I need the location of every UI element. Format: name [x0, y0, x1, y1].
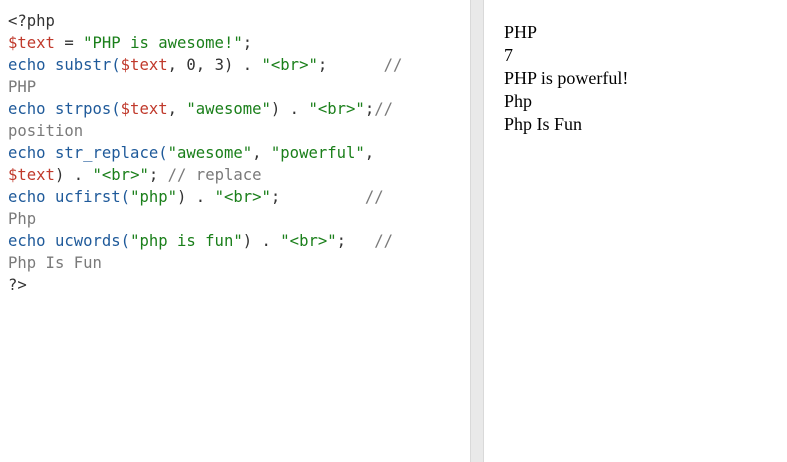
output-line: PHP [504, 22, 538, 42]
code-token: , [364, 144, 375, 162]
code-token: "<br>" [92, 166, 149, 184]
code-token: echo [8, 100, 46, 118]
result-output: PHP 7 PHP is powerful! Php Php Is Fun [504, 21, 628, 136]
code-line: ?> [8, 274, 402, 296]
code-token: "<br>" [214, 188, 271, 206]
code-token: echo [8, 232, 46, 250]
code-token: echo [8, 56, 46, 74]
output-line: Php Is Fun [504, 114, 583, 134]
code-token: ?> [8, 276, 27, 294]
code-token: "awesome" [167, 144, 253, 162]
code-token: PHP [8, 78, 37, 96]
code-line: position [8, 120, 402, 142]
code-token: // [364, 188, 384, 206]
code-token: "awesome" [186, 100, 271, 118]
code-token: ) . [177, 188, 215, 206]
code-token: "powerful" [270, 144, 365, 162]
output-line: PHP is powerful! [504, 68, 629, 88]
code-line: <?php [8, 10, 402, 32]
code-line: $text) . "<br>"; // replace [8, 164, 402, 186]
code-token: <?php [8, 12, 55, 30]
code-token: ucwords( [54, 232, 131, 250]
code-token: "<br>" [308, 100, 365, 118]
code-token: // replace [167, 166, 262, 184]
code-token: echo [8, 188, 46, 206]
code-line: echo ucwords("php is fun") . "<br>"; // [8, 230, 402, 252]
code-token: $text [8, 34, 55, 52]
code-line: echo str_replace("awesome", "powerful", [8, 142, 402, 164]
code-token: ; [242, 34, 253, 52]
code-token: ; [364, 100, 375, 118]
code-editor-pane[interactable]: <?php $text = "PHP is awesome!"; echo subs… [0, 0, 470, 462]
code-token: "php" [130, 188, 178, 206]
code-line: $text = "PHP is awesome!"; [8, 32, 402, 54]
code-token: // [374, 100, 393, 118]
code-token: = [54, 34, 84, 52]
code-token: position [8, 122, 84, 140]
code-token: str_replace( [54, 144, 168, 162]
code-token: , 0, 3) . [167, 56, 262, 74]
code-editor[interactable]: <?php $text = "PHP is awesome!"; echo subs… [8, 10, 402, 296]
output-pane: PHP 7 PHP is powerful! Php Php Is Fun [484, 0, 787, 462]
code-token: "<br>" [280, 232, 337, 250]
code-line: PHP [8, 76, 402, 98]
code-line: echo substr($text, 0, 3) . "<br>"; // [8, 54, 402, 76]
code-token: // [374, 232, 393, 250]
code-line: Php Is Fun [8, 252, 402, 274]
code-token: Php Is Fun [8, 254, 102, 272]
code-line: Php [8, 208, 402, 230]
code-token: "php is fun" [130, 232, 243, 250]
code-token: substr( [54, 56, 121, 74]
code-line: echo ucfirst("php") . "<br>"; // [8, 186, 402, 208]
code-token: $text [120, 56, 168, 74]
code-token: ; [270, 188, 365, 206]
output-line: Php [504, 91, 533, 111]
code-token: ) . [54, 166, 93, 184]
code-token: "PHP is awesome!" [83, 34, 243, 52]
code-token: ; [148, 166, 168, 184]
output-line: 7 [504, 45, 513, 65]
code-token: "<br>" [261, 56, 318, 74]
code-token: ) . [270, 100, 309, 118]
pane-resize-handle[interactable] [470, 0, 484, 462]
code-token: , [252, 144, 271, 162]
code-token: ucfirst( [54, 188, 131, 206]
code-token: , [167, 100, 187, 118]
code-line: echo strpos($text, "awesome") . "<br>";/… [8, 98, 402, 120]
code-token: $text [120, 100, 168, 118]
code-token: ; [317, 56, 384, 74]
code-token: echo [8, 144, 46, 162]
code-token: // [383, 56, 403, 74]
code-token: ) . [242, 232, 281, 250]
php-tryit-editor: <?php $text = "PHP is awesome!"; echo subs… [0, 0, 787, 462]
code-token: strpos( [54, 100, 121, 118]
code-token: Php [8, 210, 37, 228]
code-token: $text [8, 166, 55, 184]
code-token: ; [336, 232, 375, 250]
